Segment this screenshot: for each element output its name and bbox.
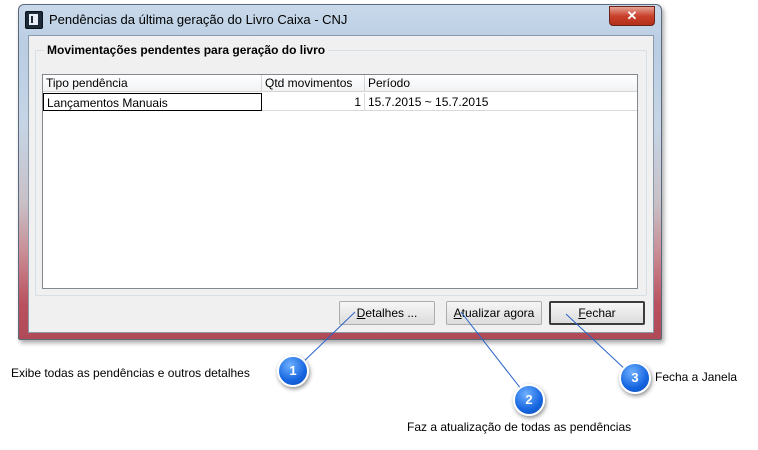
callout-badge-3: 3: [619, 362, 651, 394]
callout-badge-1: 1: [277, 355, 309, 387]
callout-text-3: Fecha a Janela: [655, 370, 738, 384]
callout-text-2: Faz a atualização de todas as pendências: [407, 420, 632, 434]
callout-text-1: Exibe todas as pendências e outros detal…: [11, 366, 250, 380]
leader-line-3: [565, 313, 629, 373]
leader-line-1: [298, 311, 356, 367]
leader-line-2: [460, 311, 526, 395]
callout-badge-2: 2: [513, 384, 545, 416]
